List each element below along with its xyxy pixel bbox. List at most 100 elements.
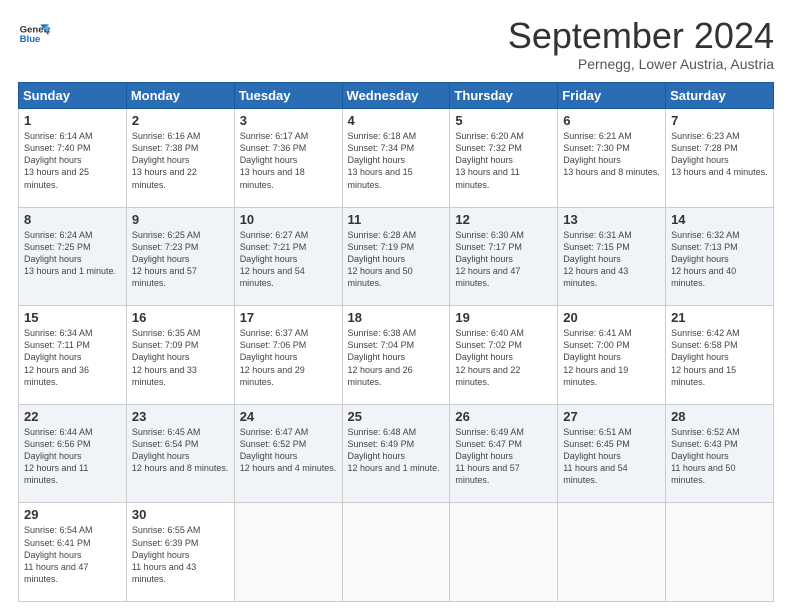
page: General Blue September 2024 Pernegg, Low… <box>0 0 792 612</box>
day-info: Sunrise: 6:23 AM Sunset: 7:28 PM Dayligh… <box>671 130 768 179</box>
table-row: 7 Sunrise: 6:23 AM Sunset: 7:28 PM Dayli… <box>666 109 774 208</box>
day-number: 24 <box>240 409 337 424</box>
col-tuesday: Tuesday <box>234 83 342 109</box>
table-row: 12 Sunrise: 6:30 AM Sunset: 7:17 PM Dayl… <box>450 207 558 306</box>
table-row: 27 Sunrise: 6:51 AM Sunset: 6:45 PM Dayl… <box>558 404 666 503</box>
day-number: 3 <box>240 113 337 128</box>
title-block: September 2024 Pernegg, Lower Austria, A… <box>508 18 774 72</box>
day-info: Sunrise: 6:14 AM Sunset: 7:40 PM Dayligh… <box>24 130 121 191</box>
day-number: 16 <box>132 310 229 325</box>
day-info: Sunrise: 6:16 AM Sunset: 7:38 PM Dayligh… <box>132 130 229 191</box>
day-number: 5 <box>455 113 552 128</box>
calendar-header-row: Sunday Monday Tuesday Wednesday Thursday… <box>19 83 774 109</box>
day-number: 12 <box>455 212 552 227</box>
day-info: Sunrise: 6:24 AM Sunset: 7:25 PM Dayligh… <box>24 229 121 278</box>
table-row: 14 Sunrise: 6:32 AM Sunset: 7:13 PM Dayl… <box>666 207 774 306</box>
day-info: Sunrise: 6:31 AM Sunset: 7:15 PM Dayligh… <box>563 229 660 290</box>
day-number: 30 <box>132 507 229 522</box>
table-row: 21 Sunrise: 6:42 AM Sunset: 6:58 PM Dayl… <box>666 306 774 405</box>
month-title: September 2024 <box>508 18 774 54</box>
day-number: 8 <box>24 212 121 227</box>
svg-text:Blue: Blue <box>20 34 41 45</box>
day-info: Sunrise: 6:47 AM Sunset: 6:52 PM Dayligh… <box>240 426 337 475</box>
day-number: 1 <box>24 113 121 128</box>
col-thursday: Thursday <box>450 83 558 109</box>
day-info: Sunrise: 6:25 AM Sunset: 7:23 PM Dayligh… <box>132 229 229 290</box>
table-row: 18 Sunrise: 6:38 AM Sunset: 7:04 PM Dayl… <box>342 306 450 405</box>
day-number: 10 <box>240 212 337 227</box>
table-row: 20 Sunrise: 6:41 AM Sunset: 7:00 PM Dayl… <box>558 306 666 405</box>
table-row: 6 Sunrise: 6:21 AM Sunset: 7:30 PM Dayli… <box>558 109 666 208</box>
day-info: Sunrise: 6:48 AM Sunset: 6:49 PM Dayligh… <box>348 426 445 475</box>
table-row: 23 Sunrise: 6:45 AM Sunset: 6:54 PM Dayl… <box>126 404 234 503</box>
day-info: Sunrise: 6:28 AM Sunset: 7:19 PM Dayligh… <box>348 229 445 290</box>
col-monday: Monday <box>126 83 234 109</box>
day-info: Sunrise: 6:34 AM Sunset: 7:11 PM Dayligh… <box>24 327 121 388</box>
table-row: 19 Sunrise: 6:40 AM Sunset: 7:02 PM Dayl… <box>450 306 558 405</box>
day-info: Sunrise: 6:17 AM Sunset: 7:36 PM Dayligh… <box>240 130 337 191</box>
table-row: 29 Sunrise: 6:54 AM Sunset: 6:41 PM Dayl… <box>19 503 127 602</box>
day-number: 26 <box>455 409 552 424</box>
day-number: 6 <box>563 113 660 128</box>
day-number: 29 <box>24 507 121 522</box>
day-info: Sunrise: 6:41 AM Sunset: 7:00 PM Dayligh… <box>563 327 660 388</box>
day-info: Sunrise: 6:45 AM Sunset: 6:54 PM Dayligh… <box>132 426 229 475</box>
col-wednesday: Wednesday <box>342 83 450 109</box>
day-info: Sunrise: 6:54 AM Sunset: 6:41 PM Dayligh… <box>24 524 121 585</box>
day-number: 28 <box>671 409 768 424</box>
day-number: 14 <box>671 212 768 227</box>
day-info: Sunrise: 6:18 AM Sunset: 7:34 PM Dayligh… <box>348 130 445 191</box>
day-info: Sunrise: 6:30 AM Sunset: 7:17 PM Dayligh… <box>455 229 552 290</box>
table-row: 13 Sunrise: 6:31 AM Sunset: 7:15 PM Dayl… <box>558 207 666 306</box>
day-number: 19 <box>455 310 552 325</box>
day-number: 15 <box>24 310 121 325</box>
table-row: 17 Sunrise: 6:37 AM Sunset: 7:06 PM Dayl… <box>234 306 342 405</box>
table-row: 26 Sunrise: 6:49 AM Sunset: 6:47 PM Dayl… <box>450 404 558 503</box>
table-row: 2 Sunrise: 6:16 AM Sunset: 7:38 PM Dayli… <box>126 109 234 208</box>
table-row: 22 Sunrise: 6:44 AM Sunset: 6:56 PM Dayl… <box>19 404 127 503</box>
day-number: 9 <box>132 212 229 227</box>
table-row: 5 Sunrise: 6:20 AM Sunset: 7:32 PM Dayli… <box>450 109 558 208</box>
day-info: Sunrise: 6:35 AM Sunset: 7:09 PM Dayligh… <box>132 327 229 388</box>
day-number: 13 <box>563 212 660 227</box>
col-saturday: Saturday <box>666 83 774 109</box>
col-sunday: Sunday <box>19 83 127 109</box>
table-row <box>234 503 342 602</box>
day-info: Sunrise: 6:52 AM Sunset: 6:43 PM Dayligh… <box>671 426 768 487</box>
header: General Blue September 2024 Pernegg, Low… <box>18 18 774 72</box>
logo: General Blue <box>18 18 50 50</box>
table-row: 28 Sunrise: 6:52 AM Sunset: 6:43 PM Dayl… <box>666 404 774 503</box>
day-number: 2 <box>132 113 229 128</box>
day-number: 11 <box>348 212 445 227</box>
table-row: 25 Sunrise: 6:48 AM Sunset: 6:49 PM Dayl… <box>342 404 450 503</box>
day-number: 20 <box>563 310 660 325</box>
table-row: 24 Sunrise: 6:47 AM Sunset: 6:52 PM Dayl… <box>234 404 342 503</box>
day-info: Sunrise: 6:27 AM Sunset: 7:21 PM Dayligh… <box>240 229 337 290</box>
day-number: 22 <box>24 409 121 424</box>
table-row: 3 Sunrise: 6:17 AM Sunset: 7:36 PM Dayli… <box>234 109 342 208</box>
day-info: Sunrise: 6:38 AM Sunset: 7:04 PM Dayligh… <box>348 327 445 388</box>
table-row: 30 Sunrise: 6:55 AM Sunset: 6:39 PM Dayl… <box>126 503 234 602</box>
day-number: 21 <box>671 310 768 325</box>
day-number: 17 <box>240 310 337 325</box>
day-info: Sunrise: 6:32 AM Sunset: 7:13 PM Dayligh… <box>671 229 768 290</box>
location: Pernegg, Lower Austria, Austria <box>508 56 774 72</box>
day-number: 25 <box>348 409 445 424</box>
day-info: Sunrise: 6:21 AM Sunset: 7:30 PM Dayligh… <box>563 130 660 179</box>
day-info: Sunrise: 6:42 AM Sunset: 6:58 PM Dayligh… <box>671 327 768 388</box>
day-info: Sunrise: 6:49 AM Sunset: 6:47 PM Dayligh… <box>455 426 552 487</box>
table-row: 16 Sunrise: 6:35 AM Sunset: 7:09 PM Dayl… <box>126 306 234 405</box>
table-row: 4 Sunrise: 6:18 AM Sunset: 7:34 PM Dayli… <box>342 109 450 208</box>
day-info: Sunrise: 6:37 AM Sunset: 7:06 PM Dayligh… <box>240 327 337 388</box>
table-row: 8 Sunrise: 6:24 AM Sunset: 7:25 PM Dayli… <box>19 207 127 306</box>
table-row <box>450 503 558 602</box>
day-info: Sunrise: 6:44 AM Sunset: 6:56 PM Dayligh… <box>24 426 121 487</box>
day-info: Sunrise: 6:20 AM Sunset: 7:32 PM Dayligh… <box>455 130 552 191</box>
table-row: 15 Sunrise: 6:34 AM Sunset: 7:11 PM Dayl… <box>19 306 127 405</box>
calendar-table: Sunday Monday Tuesday Wednesday Thursday… <box>18 82 774 602</box>
day-number: 23 <box>132 409 229 424</box>
logo-icon: General Blue <box>18 18 50 50</box>
day-number: 18 <box>348 310 445 325</box>
table-row <box>342 503 450 602</box>
table-row: 9 Sunrise: 6:25 AM Sunset: 7:23 PM Dayli… <box>126 207 234 306</box>
